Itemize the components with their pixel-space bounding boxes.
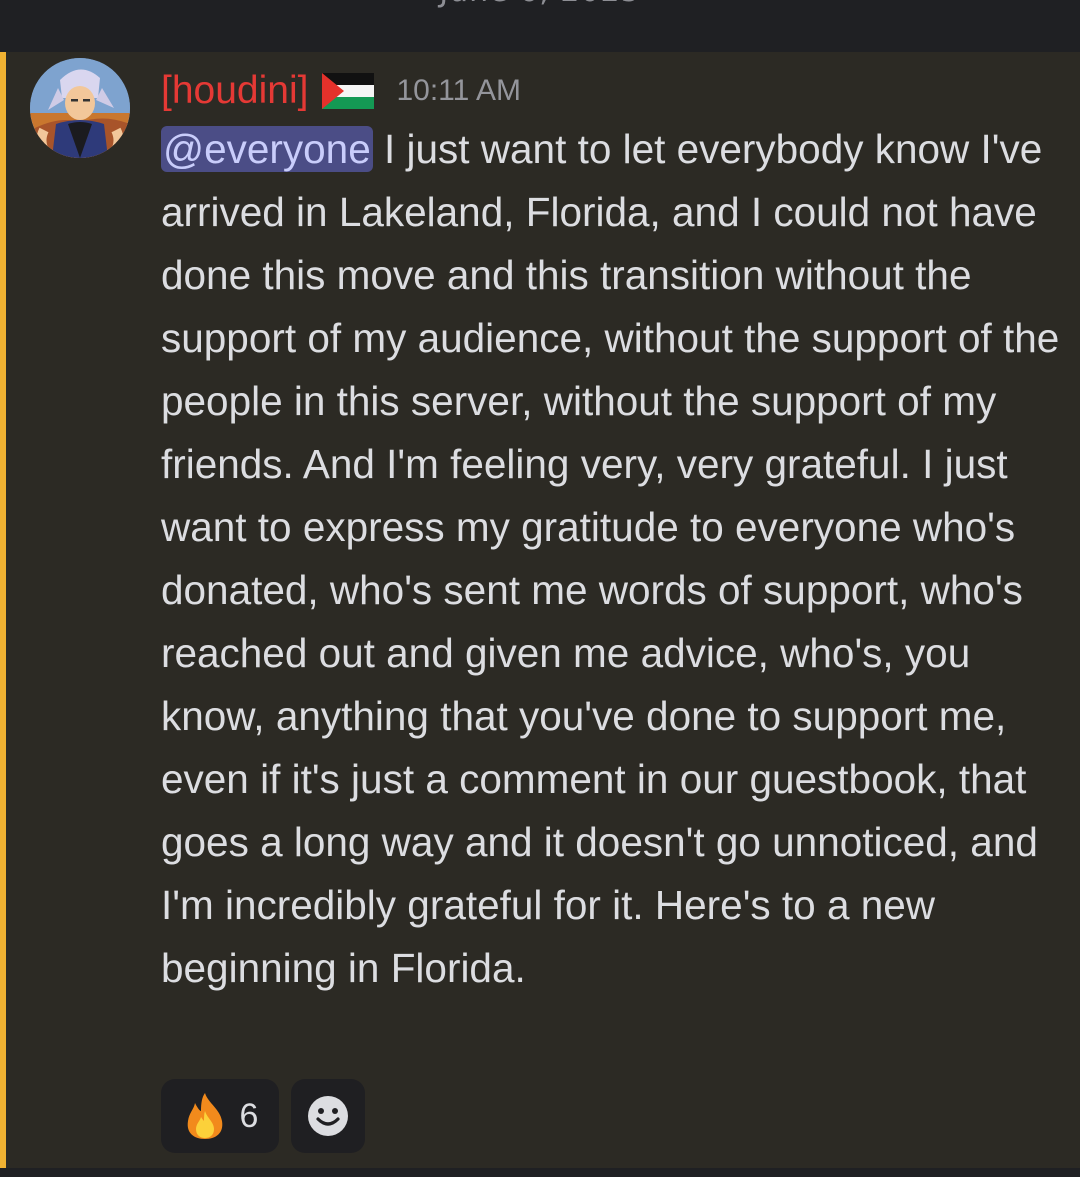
add-reaction-button[interactable] <box>291 1079 365 1153</box>
smiley-add-reaction-icon <box>308 1096 348 1136</box>
date-divider-text: June 6, 2025 <box>0 0 1080 9</box>
message-body: I just want to let everybody know I've a… <box>161 126 1060 991</box>
palestine-flag-icon <box>322 73 375 109</box>
fire-icon <box>187 1093 222 1139</box>
reaction-fire[interactable]: 6 <box>161 1079 279 1153</box>
reaction-count: 6 <box>239 1096 259 1135</box>
everyone-mention[interactable]: @everyone <box>161 126 373 172</box>
date-divider-bar: June 6, 2025 <box>0 0 1080 52</box>
timestamp[interactable]: 10:11 AM <box>396 67 521 115</box>
message-content: @everyone I just want to let everybody k… <box>161 118 1061 1000</box>
bottom-divider <box>0 1168 1080 1177</box>
mention-highlight-bar <box>0 52 6 1168</box>
avatar[interactable] <box>30 58 130 158</box>
username[interactable]: [houdini] <box>161 67 308 115</box>
message-header: [houdini] 10:11 AM <box>161 67 521 115</box>
reactions-row: 6 <box>161 1079 365 1153</box>
message[interactable]: [houdini] 10:11 AM @everyone I just want… <box>0 52 1080 1168</box>
